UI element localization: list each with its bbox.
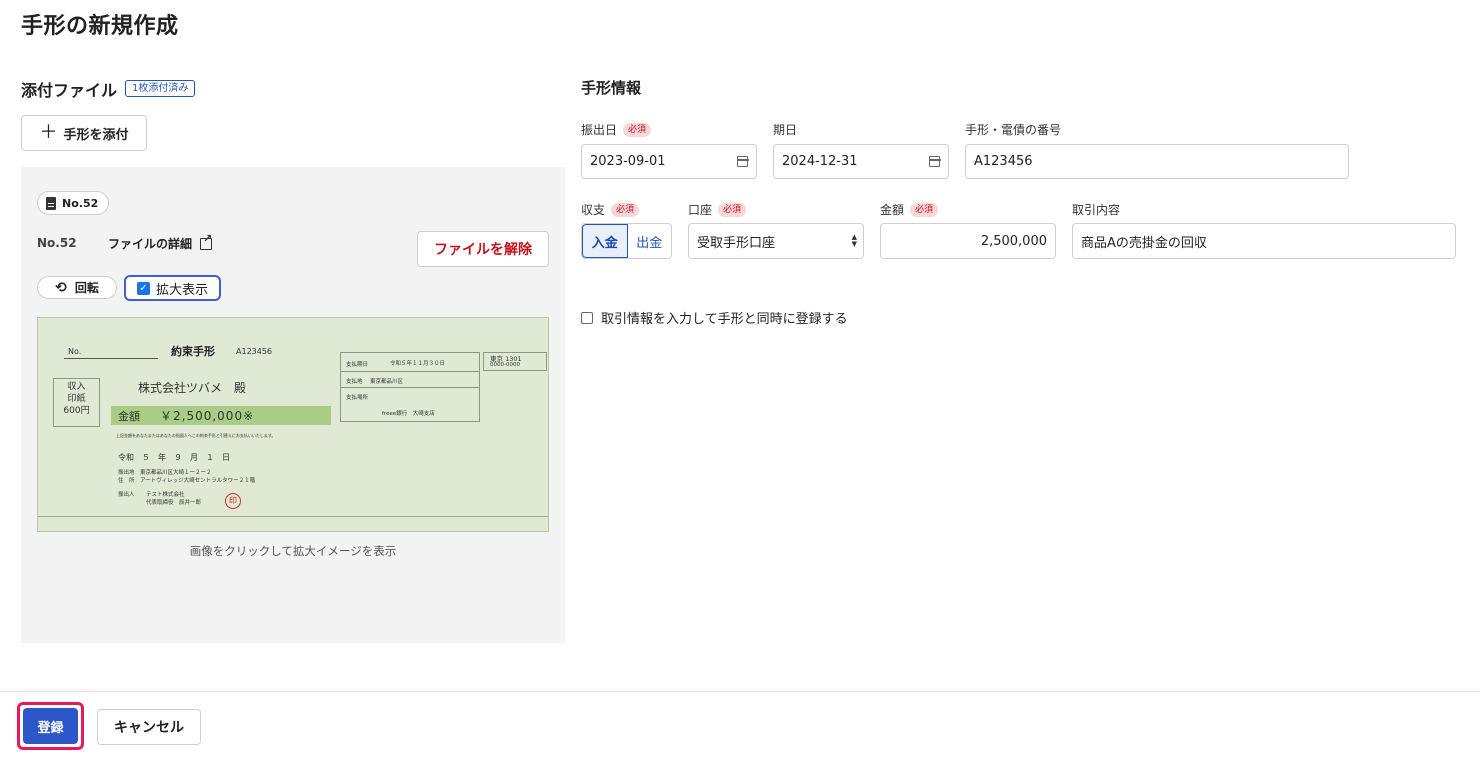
required-badge: 必須 [611,202,640,217]
register-transaction-option[interactable]: 取引情報を入力して手形と同時に登録する [581,308,848,327]
account-select[interactable]: 受取手形口座 ▲ ▼ [688,223,864,259]
footer-bar: 登録 キャンセル [0,691,1480,759]
note-number-input[interactable]: A123456 [965,144,1349,179]
calendar-icon[interactable] [736,156,749,167]
issue-date-value: 2023-09-01 [590,154,666,169]
plus-icon: ＋ [39,122,58,143]
note-address: 住 所 アートヴィレッジ大崎セントラルタワー２１階 [118,478,256,484]
amount-input[interactable]: 2,500,000 [880,223,1056,259]
note-title: 約束手形 [171,345,215,358]
register-button[interactable]: 登録 [23,708,78,744]
clearing-code-bottom: 0000-0000 [490,362,520,368]
document-icon [46,196,56,210]
calendar-icon[interactable] [928,156,941,167]
file-number: No.52 [37,236,77,250]
register-button-highlight: 登録 [17,702,84,750]
revenue-stamp-line-3: 600円 [63,406,90,416]
description-input-value: 商品Aの売掛金の回収 [1081,235,1207,251]
amount-value: ￥2,500,000※ [160,409,255,423]
required-badge: 必須 [718,202,747,217]
amount-label: 金額 [118,410,140,423]
zoom-toggle[interactable]: ✓ 拡大表示 [124,275,221,301]
note-no-underline [64,358,158,359]
issue-date-label: 振出日 必須 [581,121,652,138]
payment-info-divider-1 [340,371,480,372]
rotate-icon: ⟲ [55,279,67,296]
preview-caption: 画像をクリックして拡大イメージを表示 [189,544,397,558]
file-number-chip[interactable]: No.52 [37,191,110,215]
cancel-button[interactable]: キャンセル [97,709,201,745]
due-date-label-text: 期日 [773,123,798,137]
account-label: 口座 必須 [688,201,747,218]
note-issuer-label: 振出人 [118,492,135,498]
account-label-text: 口座 [688,203,713,217]
note-fine-print: 上記金額をあなたまたはあなたの指図人へこの約束手形と引替えにお支払いいたします。 [116,433,276,438]
note-info-section-title: 手形情報 [581,79,642,97]
description-input[interactable]: 商品Aの売掛金の回収 [1072,223,1456,259]
issue-date-label-text: 振出日 [581,123,618,137]
direction-label-text: 収支 [581,203,606,217]
amount-input-value: 2,500,000 [980,233,1047,249]
direction-expense-option[interactable]: 出金 [628,224,672,258]
due-date-value: 令和５年１１月３０日 [390,361,446,367]
account-select-value: 受取手形口座 [697,235,776,251]
external-link-icon [200,232,212,250]
note-issuer: テスト株式会社 [146,492,185,498]
description-label: 取引内容 [1072,201,1120,218]
register-transaction-checkbox[interactable] [581,311,593,324]
payment-info-divider-2 [340,387,480,388]
note-number-label: 手形・電債の番号 [965,121,1061,138]
direction-label: 収支 必須 [581,201,640,218]
note-payee: 株式会社ツバメ 殿 [138,381,247,395]
payment-place-value: 東京都品川区 [370,379,404,385]
select-arrows-icon: ▲ ▼ [851,233,857,248]
file-detail-link[interactable]: ファイルの詳細 [108,232,212,252]
attached-count-badge: 1枚添付済み [125,80,196,97]
due-date-label: 支払期日 [346,362,369,368]
amount-label-text: 金額 [880,203,905,217]
direction-income-option[interactable]: 入金 [582,224,628,258]
file-detail-label: ファイルの詳細 [108,237,193,251]
note-issue-place: 振出地 東京都品川区大崎１ー２ー２ [118,470,212,476]
file-preview-panel: No.52 No.52 ファイルの詳細 ファイルを解除 ⟲ 回転 ✓ 拡大表示 … [21,167,565,643]
due-date-input[interactable]: 2024-12-31 [773,144,949,179]
zoom-checkbox[interactable]: ✓ [136,281,150,295]
promissory-note-image[interactable]: No. 約束手形 A123456 収入 印紙 600円 株式会社ツバメ 殿 金額… [37,317,549,532]
page-title: 手形の新規作成 [21,14,179,39]
note-number-label-text: 手形・電債の番号 [965,123,1062,137]
direction-toggle: 入金 出金 [581,223,672,259]
required-badge: 必須 [910,202,939,217]
note-number: A123456 [236,347,273,356]
attach-note-button[interactable]: ＋ 手形を添付 [21,115,147,151]
note-issue-date: 令和 ５ 年 ９ 月 １ 日 [118,453,230,462]
description-label-text: 取引内容 [1072,203,1121,217]
note-representative: 代表取締役 辰井一郎 [146,500,202,506]
register-transaction-label: 取引情報を入力して手形と同時に登録する [601,312,848,327]
due-date-input-value: 2024-12-31 [782,154,858,169]
required-badge: 必須 [623,122,652,137]
remove-file-button[interactable]: ファイルを解除 [417,231,549,267]
payment-location-label: 支払場所 [346,395,369,401]
zoom-label: 拡大表示 [155,282,208,298]
note-number-value: A123456 [974,154,1033,169]
seal-icon: 印 [225,493,241,509]
attach-note-label: 手形を添付 [63,127,129,143]
amount-field-label: 金額 必須 [880,201,939,218]
payment-place-label: 支払地 [346,379,363,385]
payment-bank: freee銀行 大崎支店 [382,411,435,417]
rotate-label: 回転 [74,281,99,295]
issue-date-input[interactable]: 2023-09-01 [581,144,757,179]
attachments-section-title: 添付ファイル [21,81,118,100]
note-no-label: No. [68,347,82,356]
rotate-button[interactable]: ⟲ 回転 [37,276,117,299]
note-bottom-line [38,516,548,517]
file-number-chip-label: No.52 [62,196,99,210]
due-date-field-label: 期日 [773,121,797,138]
revenue-stamp-line-2: 印紙 [67,394,86,404]
revenue-stamp-line-1: 収入 [67,382,86,392]
